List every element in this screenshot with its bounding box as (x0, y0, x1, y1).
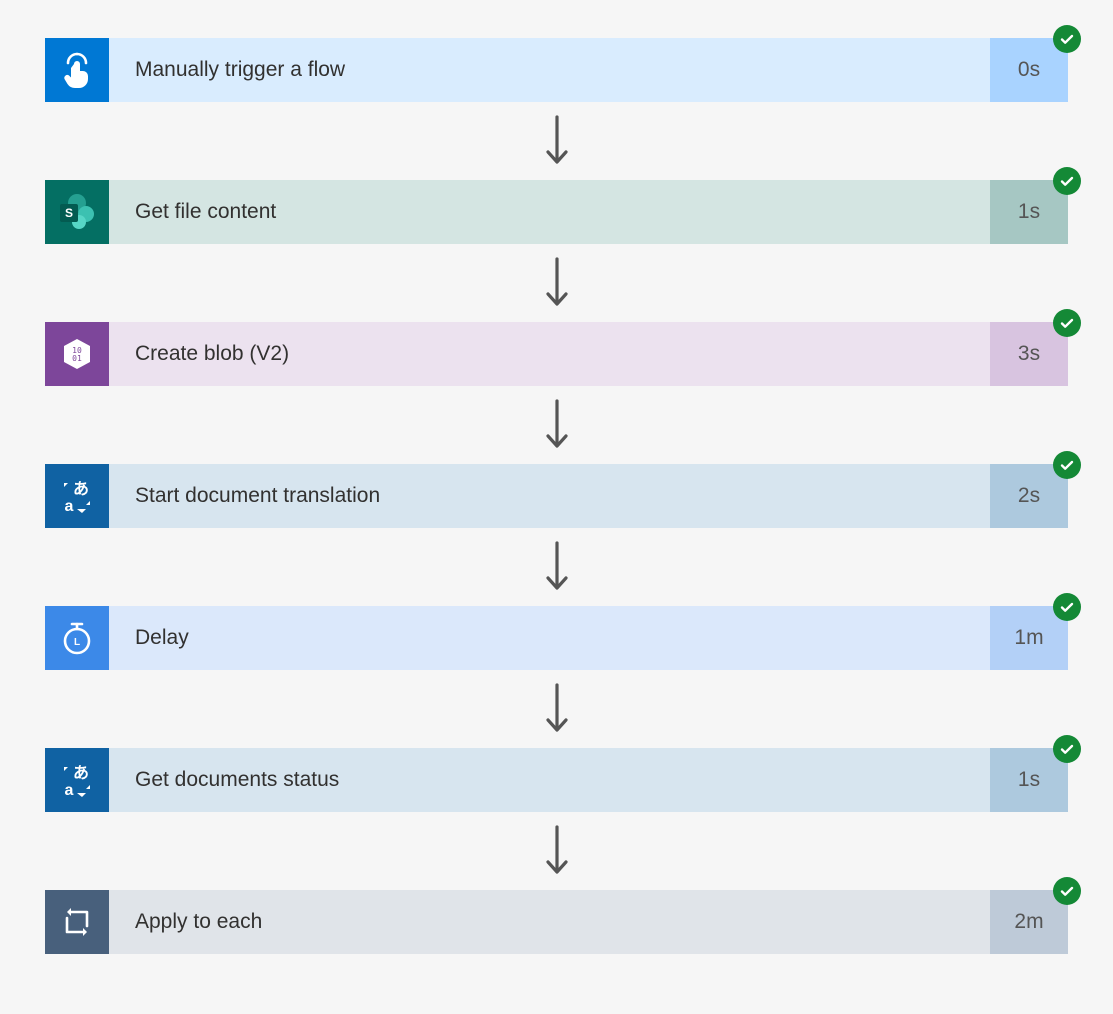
success-badge (1053, 167, 1081, 195)
svg-text:a: a (65, 782, 74, 799)
svg-text:あ: あ (73, 480, 89, 498)
step-label: Start document translation (109, 464, 990, 528)
flow-step[interactable]: 10 01 Create blob (V2) 3s (45, 322, 1068, 386)
arrow-down-icon (45, 244, 1068, 322)
timer-icon: L (45, 606, 109, 670)
svg-text:01: 01 (72, 354, 82, 363)
tap-icon (45, 38, 109, 102)
arrow-down-icon (45, 386, 1068, 464)
step-label: Get documents status (109, 748, 990, 812)
arrow-down-icon (45, 528, 1068, 606)
success-badge (1053, 735, 1081, 763)
flow-step[interactable]: L Delay 1m (45, 606, 1068, 670)
svg-text:a: a (65, 498, 74, 515)
translator-icon: あ a (45, 464, 109, 528)
svg-text:L: L (74, 637, 80, 648)
blob-icon: 10 01 (45, 322, 109, 386)
svg-text:あ: あ (73, 764, 89, 782)
success-badge (1053, 451, 1081, 479)
flow-step[interactable]: Apply to each 2m (45, 890, 1068, 954)
success-badge (1053, 593, 1081, 621)
arrow-down-icon (45, 812, 1068, 890)
flow-step[interactable]: あ a Get documents status 1s (45, 748, 1068, 812)
arrow-down-icon (45, 102, 1068, 180)
step-label: Delay (109, 606, 990, 670)
flow-step[interactable]: Manually trigger a flow 0s (45, 38, 1068, 102)
translator-icon: あ a (45, 748, 109, 812)
step-label: Apply to each (109, 890, 990, 954)
success-badge (1053, 309, 1081, 337)
step-label: Manually trigger a flow (109, 38, 990, 102)
svg-text:S: S (65, 206, 73, 220)
flow-diagram: Manually trigger a flow 0s S Get file co… (0, 0, 1113, 954)
arrow-down-icon (45, 670, 1068, 748)
flow-step[interactable]: あ a Start document translation 2s (45, 464, 1068, 528)
success-badge (1053, 877, 1081, 905)
sharepoint-icon: S (45, 180, 109, 244)
loop-icon (45, 890, 109, 954)
success-badge (1053, 25, 1081, 53)
flow-step[interactable]: S Get file content 1s (45, 180, 1068, 244)
step-label: Get file content (109, 180, 990, 244)
step-label: Create blob (V2) (109, 322, 990, 386)
